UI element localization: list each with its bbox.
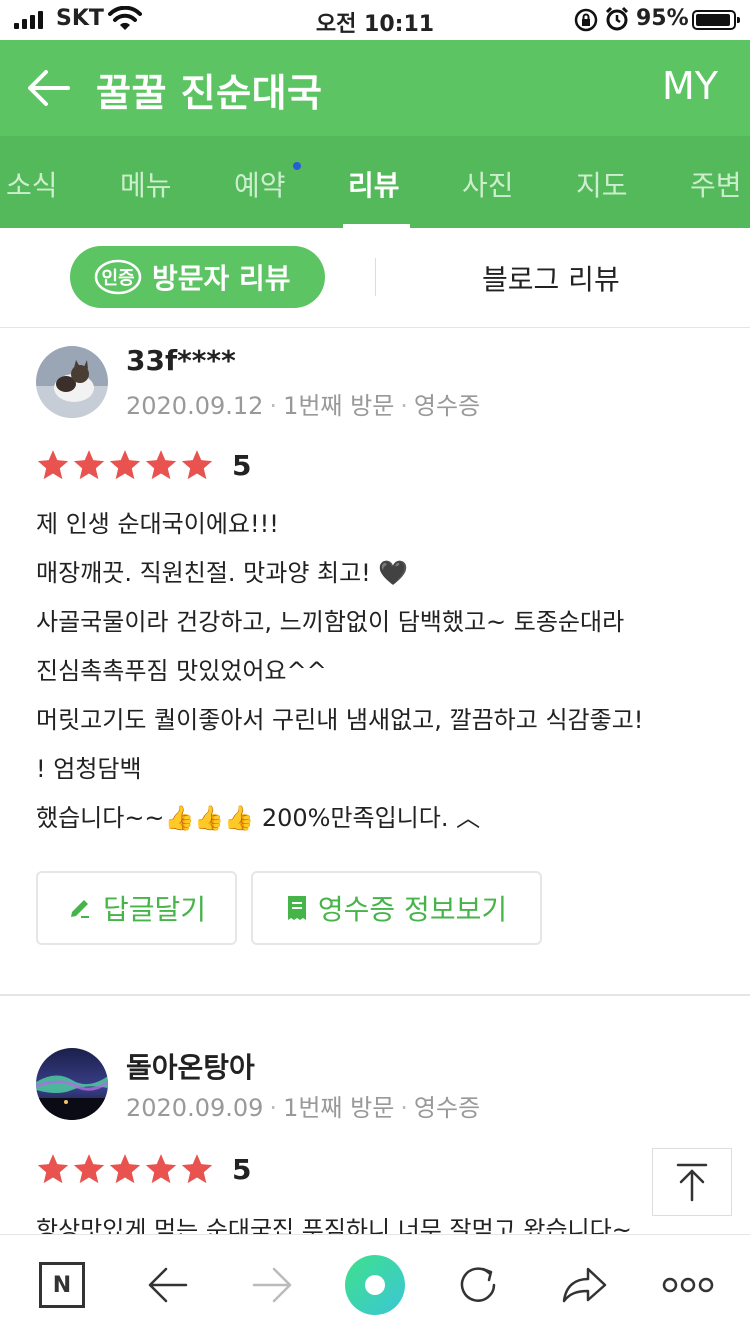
naver-home-button[interactable]: N xyxy=(39,1262,85,1308)
refresh-icon[interactable] xyxy=(456,1263,500,1307)
tab-menu[interactable]: 메뉴 xyxy=(120,164,172,204)
reviewer-name[interactable]: 33f**** xyxy=(126,344,236,377)
star-rating: 5 xyxy=(36,1152,251,1186)
star-icon xyxy=(145,1154,177,1184)
star-rating: 5 xyxy=(36,448,251,482)
review-line: 제 인생 순대국이에요!!! xyxy=(36,510,279,538)
back-arrow-icon[interactable] xyxy=(26,68,70,108)
scroll-to-top-button[interactable] xyxy=(652,1148,732,1216)
reply-button-label: 답글달기 xyxy=(102,893,207,926)
review-card: 33f**** 2020.09.12 · 1번째 방문 · 영수증 5 제 인생 순대국… xyxy=(0,328,750,996)
star-icon xyxy=(181,450,213,480)
status-bar: SKT 오전 10:11 95% xyxy=(0,0,750,40)
receipt-label: 영수증 xyxy=(413,392,481,420)
star-icon xyxy=(145,450,177,480)
receipt-button-label: 영수증 정보보기 xyxy=(317,893,508,926)
star-icon xyxy=(37,450,69,480)
battery-percent: 95% xyxy=(636,6,689,31)
tab-news[interactable]: 소식 xyxy=(6,164,58,204)
arrow-up-icon xyxy=(676,1163,708,1202)
divider xyxy=(375,258,376,296)
rating-score: 5 xyxy=(232,448,252,482)
more-icon[interactable] xyxy=(662,1275,714,1295)
tab-reservation[interactable]: 예약 xyxy=(234,164,286,204)
verified-badge-icon: 인증 xyxy=(94,259,142,295)
tab-reviews[interactable]: 리뷰 xyxy=(348,164,400,204)
tab-photos[interactable]: 사진 xyxy=(462,164,514,204)
avatar[interactable] xyxy=(36,1048,108,1120)
tab-map[interactable]: 지도 xyxy=(576,164,628,204)
star-icon xyxy=(109,1154,141,1184)
review-line: 항상맛있게 먹는 순대국집 푸짐하니 너무 잘먹고 왔습니다~ xyxy=(36,1216,632,1234)
review-date: 2020.09.09 xyxy=(126,1094,264,1122)
star-icon xyxy=(73,450,105,480)
review-line: 머릿고기도 퀄이좋아서 구린내 냄새없고, 깔끔하고 식감좋고! xyxy=(36,706,644,734)
back-icon[interactable] xyxy=(146,1265,188,1305)
new-indicator-dot xyxy=(293,162,301,170)
review-body: 제 인생 순대국이에요!!! 매장깨끗. 직원친절. 맛과양 최고! 🖤 사골국… xyxy=(36,500,726,843)
pencil-icon xyxy=(70,900,89,918)
forward-icon[interactable] xyxy=(252,1265,294,1305)
receipt-info-button[interactable]: 영수증 정보보기 xyxy=(251,871,542,945)
receipt-label: 영수증 xyxy=(413,1094,481,1122)
rotation-lock-icon xyxy=(574,8,598,32)
receipt-icon xyxy=(287,896,306,920)
star-icon xyxy=(73,1154,105,1184)
review-line[interactable]: 했습니다~~👍👍👍 200%만족입니다. ︿ xyxy=(36,794,726,843)
share-icon[interactable] xyxy=(560,1263,608,1307)
review-meta: 2020.09.09 · 1번째 방문 · 영수증 xyxy=(126,1094,481,1122)
rating-score: 5 xyxy=(232,1152,252,1186)
reply-button[interactable]: 답글달기 xyxy=(36,871,237,945)
avatar[interactable] xyxy=(36,346,108,418)
visitor-review-tab[interactable]: 인증 방문자 리뷰 xyxy=(70,246,325,308)
app-header: 꿀꿀 진순대국 MY xyxy=(0,40,750,136)
review-meta: 2020.09.12 · 1번째 방문 · 영수증 xyxy=(126,392,481,420)
my-button[interactable]: MY xyxy=(662,64,718,108)
review-line: 사골국물이라 건강하고, 느끼함없이 담백했고~ 토종순대라 xyxy=(36,608,625,636)
review-line: 진심촉촉푸짐 맛있었어요^^ xyxy=(36,657,327,685)
visit-count: 1번째 방문 xyxy=(283,392,395,420)
review-line: 매장깨끗. 직원친절. 맛과양 최고! 🖤 xyxy=(36,559,409,587)
star-icon xyxy=(109,450,141,480)
review-card: 돌아온탕아 2020.09.09 · 1번째 방문 · 영수증 5 항상맛있게 먹는 순… xyxy=(0,1030,750,1234)
review-type-tabs: 인증 방문자 리뷰 블로그 리뷰 xyxy=(0,228,750,328)
battery-icon xyxy=(692,10,740,30)
card-divider xyxy=(0,994,750,996)
browser-toolbar: N xyxy=(0,1234,750,1334)
tab-nearby[interactable]: 주변 xyxy=(690,164,742,204)
star-icon xyxy=(37,1154,69,1184)
reviewer-name[interactable]: 돌아온탕아 xyxy=(126,1046,255,1086)
page-title: 꿀꿀 진순대국 xyxy=(96,71,323,115)
review-line: ! 엄청담백 xyxy=(36,755,142,783)
naver-logo-label: N xyxy=(52,1272,72,1298)
alarm-icon xyxy=(605,6,629,31)
visitor-review-label: 방문자 리뷰 xyxy=(152,262,291,295)
green-dot-button[interactable] xyxy=(344,1254,406,1316)
star-icon xyxy=(181,1154,213,1184)
svg-text:인증: 인증 xyxy=(101,268,134,289)
review-date: 2020.09.12 xyxy=(126,392,264,420)
review-body: 항상맛있게 먹는 순대국집 푸짐하니 너무 잘먹고 왔습니다~ xyxy=(36,1206,726,1234)
blog-review-tab[interactable]: 블로그 리뷰 xyxy=(482,258,620,298)
visit-count: 1번째 방문 xyxy=(283,1094,395,1122)
tab-bar: 소식 메뉴 예약 리뷰 사진 지도 주변 xyxy=(0,136,750,228)
